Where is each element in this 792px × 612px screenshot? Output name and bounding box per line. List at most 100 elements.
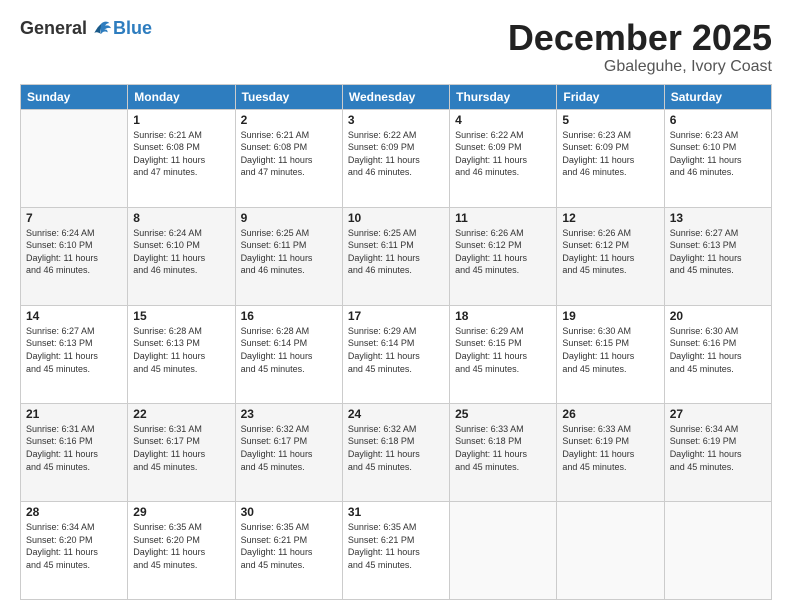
table-row: 18Sunrise: 6:29 AM Sunset: 6:15 PM Dayli… (450, 305, 557, 403)
day-number: 13 (670, 211, 766, 225)
table-row: 15Sunrise: 6:28 AM Sunset: 6:13 PM Dayli… (128, 305, 235, 403)
day-info: Sunrise: 6:25 AM Sunset: 6:11 PM Dayligh… (348, 227, 444, 277)
table-row: 25 Sunrise: 6:33 AM Sunset: 6:18 PM Dayli… (450, 403, 557, 501)
day-number: 15 (133, 309, 229, 323)
day-info: Sunrise: 6:30 AM Sunset: 6:15 PM Dayligh… (562, 325, 658, 375)
day-number: 1 (133, 113, 229, 127)
col-friday: Friday (557, 84, 664, 109)
table-row: 8 Sunrise: 6:24 AM Sunset: 6:10 PM Daylig… (128, 207, 235, 305)
day-info: Sunrise: 6:34 AM Sunset: 6:20 PM Dayligh… (26, 521, 122, 571)
day-info: Sunrise: 6:33 AM Sunset: 6:18 PM Dayligh… (455, 423, 551, 473)
day-info: Sunrise: 6:21 AM Sunset: 6:08 PM Dayligh… (241, 129, 337, 179)
table-row: 3 Sunrise: 6:22 AM Sunset: 6:09 PM Daylig… (342, 109, 449, 207)
day-info: Sunrise: 6:29 AM Sunset: 6:14 PM Dayligh… (348, 325, 444, 375)
day-info: Sunrise: 6:31 AM Sunset: 6:17 PM Dayligh… (133, 423, 229, 473)
day-info: Sunrise: 6:23 AM Sunset: 6:10 PM Dayligh… (670, 129, 766, 179)
weekday-header-row: Sunday Monday Tuesday Wednesday Thursday… (21, 84, 772, 109)
calendar-week-row: 14 Sunrise: 6:27 AM Sunset: 6:13 PM Dayli… (21, 305, 772, 403)
day-info: Sunrise: 6:34 AM Sunset: 6:19 PM Dayligh… (670, 423, 766, 473)
table-row: 21 Sunrise: 6:31 AM Sunset: 6:16 PM Dayli… (21, 403, 128, 501)
table-row (450, 501, 557, 599)
title-block: December 2025 Gbaleguhe, Ivory Coast (508, 18, 772, 76)
header: General Blue December 2025 Gbaleguhe, Iv… (20, 18, 772, 76)
table-row: 31Sunrise: 6:35 AM Sunset: 6:21 PM Dayli… (342, 501, 449, 599)
table-row (21, 109, 128, 207)
table-row (557, 501, 664, 599)
day-number: 14 (26, 309, 122, 323)
day-number: 8 (133, 211, 229, 225)
table-row: 13 Sunrise: 6:27 AM Sunset: 6:13 PM Dayli… (664, 207, 771, 305)
day-number: 31 (348, 505, 444, 519)
day-number: 28 (26, 505, 122, 519)
calendar-week-row: 1 Sunrise: 6:21 AM Sunset: 6:08 PM Daylig… (21, 109, 772, 207)
day-number: 25 (455, 407, 551, 421)
day-info: Sunrise: 6:27 AM Sunset: 6:13 PM Dayligh… (670, 227, 766, 277)
calendar-week-row: 28 Sunrise: 6:34 AM Sunset: 6:20 PM Dayli… (21, 501, 772, 599)
day-number: 30 (241, 505, 337, 519)
table-row: 17Sunrise: 6:29 AM Sunset: 6:14 PM Dayli… (342, 305, 449, 403)
day-info: Sunrise: 6:35 AM Sunset: 6:21 PM Dayligh… (241, 521, 337, 571)
logo: General Blue (20, 18, 152, 39)
table-row: 24 Sunrise: 6:32 AM Sunset: 6:18 PM Dayli… (342, 403, 449, 501)
day-number: 9 (241, 211, 337, 225)
table-row: 20 Sunrise: 6:30 AM Sunset: 6:16 PM Dayli… (664, 305, 771, 403)
day-info: Sunrise: 6:26 AM Sunset: 6:12 PM Dayligh… (455, 227, 551, 277)
table-row: 29 Sunrise: 6:35 AM Sunset: 6:20 PM Dayli… (128, 501, 235, 599)
table-row: 23 Sunrise: 6:32 AM Sunset: 6:17 PM Dayli… (235, 403, 342, 501)
day-info: Sunrise: 6:22 AM Sunset: 6:09 PM Dayligh… (455, 129, 551, 179)
day-number: 12 (562, 211, 658, 225)
day-info: Sunrise: 6:27 AM Sunset: 6:13 PM Dayligh… (26, 325, 122, 375)
day-number: 10 (348, 211, 444, 225)
day-number: 20 (670, 309, 766, 323)
day-number: 26 (562, 407, 658, 421)
logo-blue: Blue (113, 18, 152, 39)
table-row: 27 Sunrise: 6:34 AM Sunset: 6:19 PM Dayli… (664, 403, 771, 501)
day-number: 6 (670, 113, 766, 127)
table-row: 9 Sunrise: 6:25 AM Sunset: 6:11 PM Daylig… (235, 207, 342, 305)
day-info: Sunrise: 6:31 AM Sunset: 6:16 PM Dayligh… (26, 423, 122, 473)
table-row: 28 Sunrise: 6:34 AM Sunset: 6:20 PM Dayli… (21, 501, 128, 599)
col-tuesday: Tuesday (235, 84, 342, 109)
day-number: 22 (133, 407, 229, 421)
day-number: 27 (670, 407, 766, 421)
day-info: Sunrise: 6:32 AM Sunset: 6:18 PM Dayligh… (348, 423, 444, 473)
day-info: Sunrise: 6:35 AM Sunset: 6:20 PM Dayligh… (133, 521, 229, 571)
table-row: 22 Sunrise: 6:31 AM Sunset: 6:17 PM Dayli… (128, 403, 235, 501)
col-monday: Monday (128, 84, 235, 109)
day-number: 2 (241, 113, 337, 127)
day-number: 3 (348, 113, 444, 127)
day-info: Sunrise: 6:24 AM Sunset: 6:10 PM Dayligh… (133, 227, 229, 277)
day-number: 21 (26, 407, 122, 421)
day-info: Sunrise: 6:23 AM Sunset: 6:09 PM Dayligh… (562, 129, 658, 179)
day-info: Sunrise: 6:30 AM Sunset: 6:16 PM Dayligh… (670, 325, 766, 375)
table-row: 1Sunrise: 6:21 AM Sunset: 6:08 PM Daylig… (128, 109, 235, 207)
calendar-week-row: 21 Sunrise: 6:31 AM Sunset: 6:16 PM Dayli… (21, 403, 772, 501)
month-title: December 2025 (508, 18, 772, 58)
day-number: 23 (241, 407, 337, 421)
day-number: 16 (241, 309, 337, 323)
day-number: 24 (348, 407, 444, 421)
day-info: Sunrise: 6:28 AM Sunset: 6:14 PM Dayligh… (241, 325, 337, 375)
day-info: Sunrise: 6:32 AM Sunset: 6:17 PM Dayligh… (241, 423, 337, 473)
day-number: 29 (133, 505, 229, 519)
table-row: 7Sunrise: 6:24 AM Sunset: 6:10 PM Daylig… (21, 207, 128, 305)
table-row: 19Sunrise: 6:30 AM Sunset: 6:15 PM Dayli… (557, 305, 664, 403)
col-wednesday: Wednesday (342, 84, 449, 109)
table-row: 16 Sunrise: 6:28 AM Sunset: 6:14 PM Dayli… (235, 305, 342, 403)
table-row: 14 Sunrise: 6:27 AM Sunset: 6:13 PM Dayli… (21, 305, 128, 403)
table-row: 12Sunrise: 6:26 AM Sunset: 6:12 PM Dayli… (557, 207, 664, 305)
location-subtitle: Gbaleguhe, Ivory Coast (508, 58, 772, 76)
calendar: Sunday Monday Tuesday Wednesday Thursday… (20, 84, 772, 600)
table-row: 30 Sunrise: 6:35 AM Sunset: 6:21 PM Dayli… (235, 501, 342, 599)
table-row: 10 Sunrise: 6:25 AM Sunset: 6:11 PM Dayli… (342, 207, 449, 305)
table-row: 6 Sunrise: 6:23 AM Sunset: 6:10 PM Daylig… (664, 109, 771, 207)
day-info: Sunrise: 6:25 AM Sunset: 6:11 PM Dayligh… (241, 227, 337, 277)
col-sunday: Sunday (21, 84, 128, 109)
col-saturday: Saturday (664, 84, 771, 109)
table-row (664, 501, 771, 599)
table-row: 5Sunrise: 6:23 AM Sunset: 6:09 PM Daylig… (557, 109, 664, 207)
day-number: 4 (455, 113, 551, 127)
calendar-week-row: 7Sunrise: 6:24 AM Sunset: 6:10 PM Daylig… (21, 207, 772, 305)
day-number: 11 (455, 211, 551, 225)
day-info: Sunrise: 6:22 AM Sunset: 6:09 PM Dayligh… (348, 129, 444, 179)
